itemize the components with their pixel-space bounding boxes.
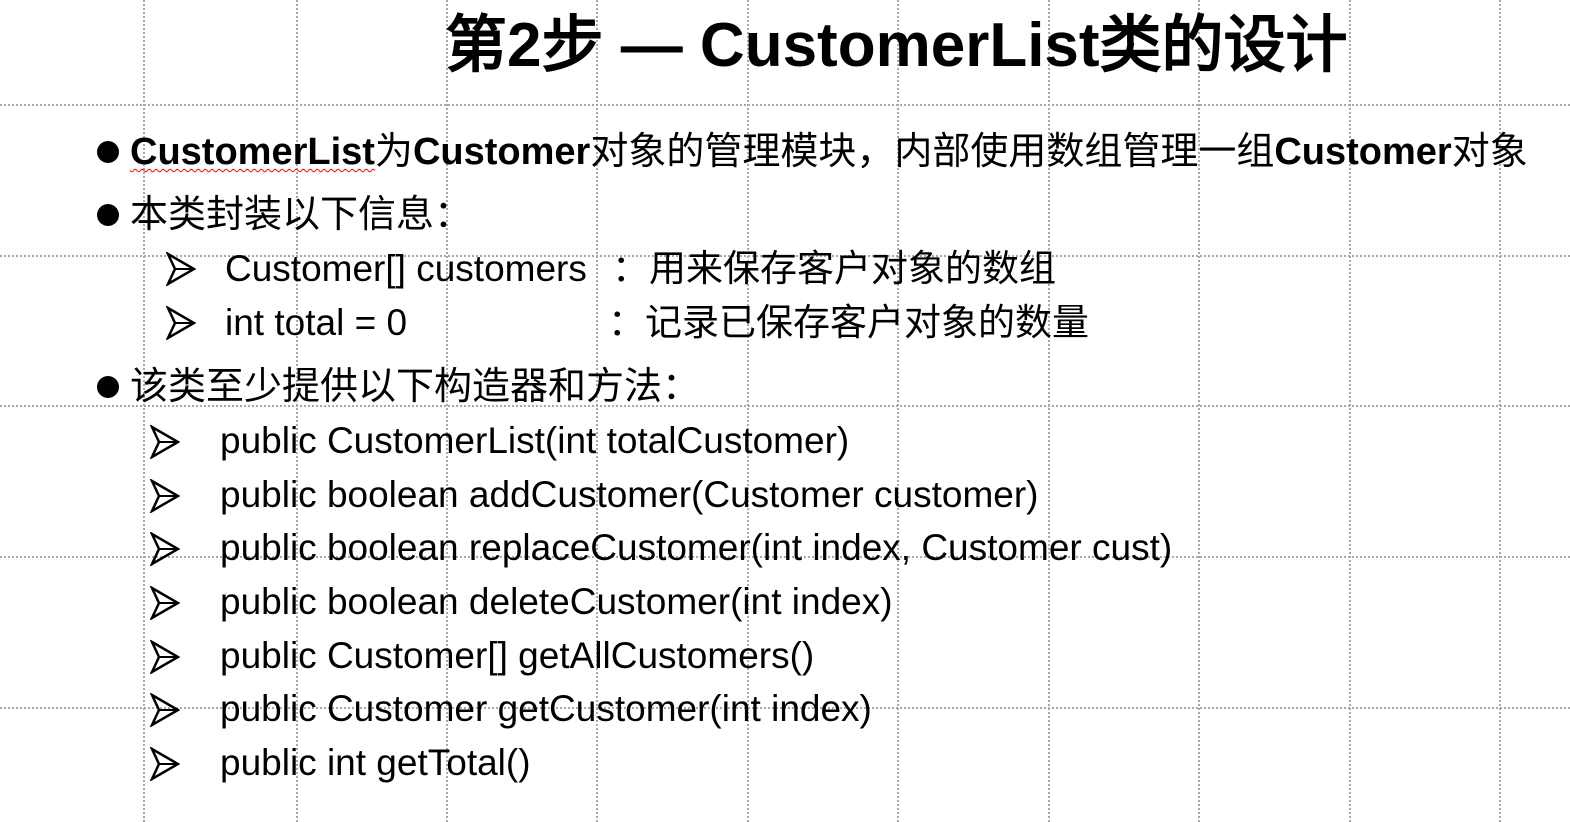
bullet-dot-icon: [97, 141, 119, 163]
class-name-customer: Customer: [412, 131, 591, 173]
guide-line: [1048, 0, 1050, 822]
fields-heading: 本类封装以下信息：: [130, 194, 473, 236]
field-desc: ：用来保存客户对象的数组: [612, 248, 1056, 289]
method-signature: public int getTotal(): [220, 742, 531, 783]
class-name-customer: Customer: [1274, 131, 1452, 173]
guide-line: [1499, 0, 1501, 822]
arrowhead-bullet-icon: [166, 306, 196, 340]
intro-line: CustomerList为Customer对象的管理模块，内部使用数组管理一组C…: [130, 129, 1528, 183]
arrowhead-bullet-icon: [150, 532, 180, 566]
arrowhead-bullet-icon: [150, 425, 180, 459]
method-signature: public CustomerList(int totalCustomer): [220, 420, 850, 461]
guide-line: [0, 104, 1570, 106]
guide-line: [143, 0, 145, 822]
arrowhead-bullet-icon: [150, 693, 180, 727]
guide-line: [1198, 0, 1200, 822]
arrowhead-bullet-icon: [150, 640, 180, 674]
arrowhead-bullet-icon: [166, 252, 196, 286]
guide-line: [897, 0, 899, 822]
field-code-customers: Customer[] customers: [225, 248, 587, 289]
method-signature: public Customer[] getAllCustomers(): [220, 635, 815, 676]
intro-text-2: 对象的管理模块，内部使用数组管理一组: [590, 131, 1275, 173]
arrowhead-bullet-icon: [150, 586, 180, 620]
intro-text-3: 对象: [1451, 131, 1528, 173]
field-desc: ：记录已保存客户对象的数量: [608, 302, 1089, 343]
methods-heading: 该类至少提供以下构造器和方法：: [130, 366, 701, 408]
field-code-total: int total = 0: [225, 302, 408, 343]
method-signature: public boolean replaceCustomer(int index…: [220, 527, 1173, 568]
class-name-customerlist: CustomerList: [130, 131, 375, 173]
arrowhead-bullet-icon: [150, 479, 180, 513]
method-signature: public Customer getCustomer(int index): [220, 688, 872, 729]
slide-title: 第2步 — CustomerList类的设计: [445, 11, 1348, 80]
guide-line: [1349, 0, 1351, 822]
bullet-dot-icon: [97, 204, 119, 226]
method-signature: public boolean deleteCustomer(int index): [220, 581, 893, 622]
intro-text-1: 为: [374, 131, 413, 173]
arrowhead-bullet-icon: [150, 747, 180, 781]
bullet-dot-icon: [97, 376, 119, 398]
field-code: int total = 0: [225, 300, 407, 346]
method-signature: public boolean addCustomer(Customer cust…: [220, 474, 1039, 515]
field-code: Customer[] customers: [225, 246, 587, 292]
